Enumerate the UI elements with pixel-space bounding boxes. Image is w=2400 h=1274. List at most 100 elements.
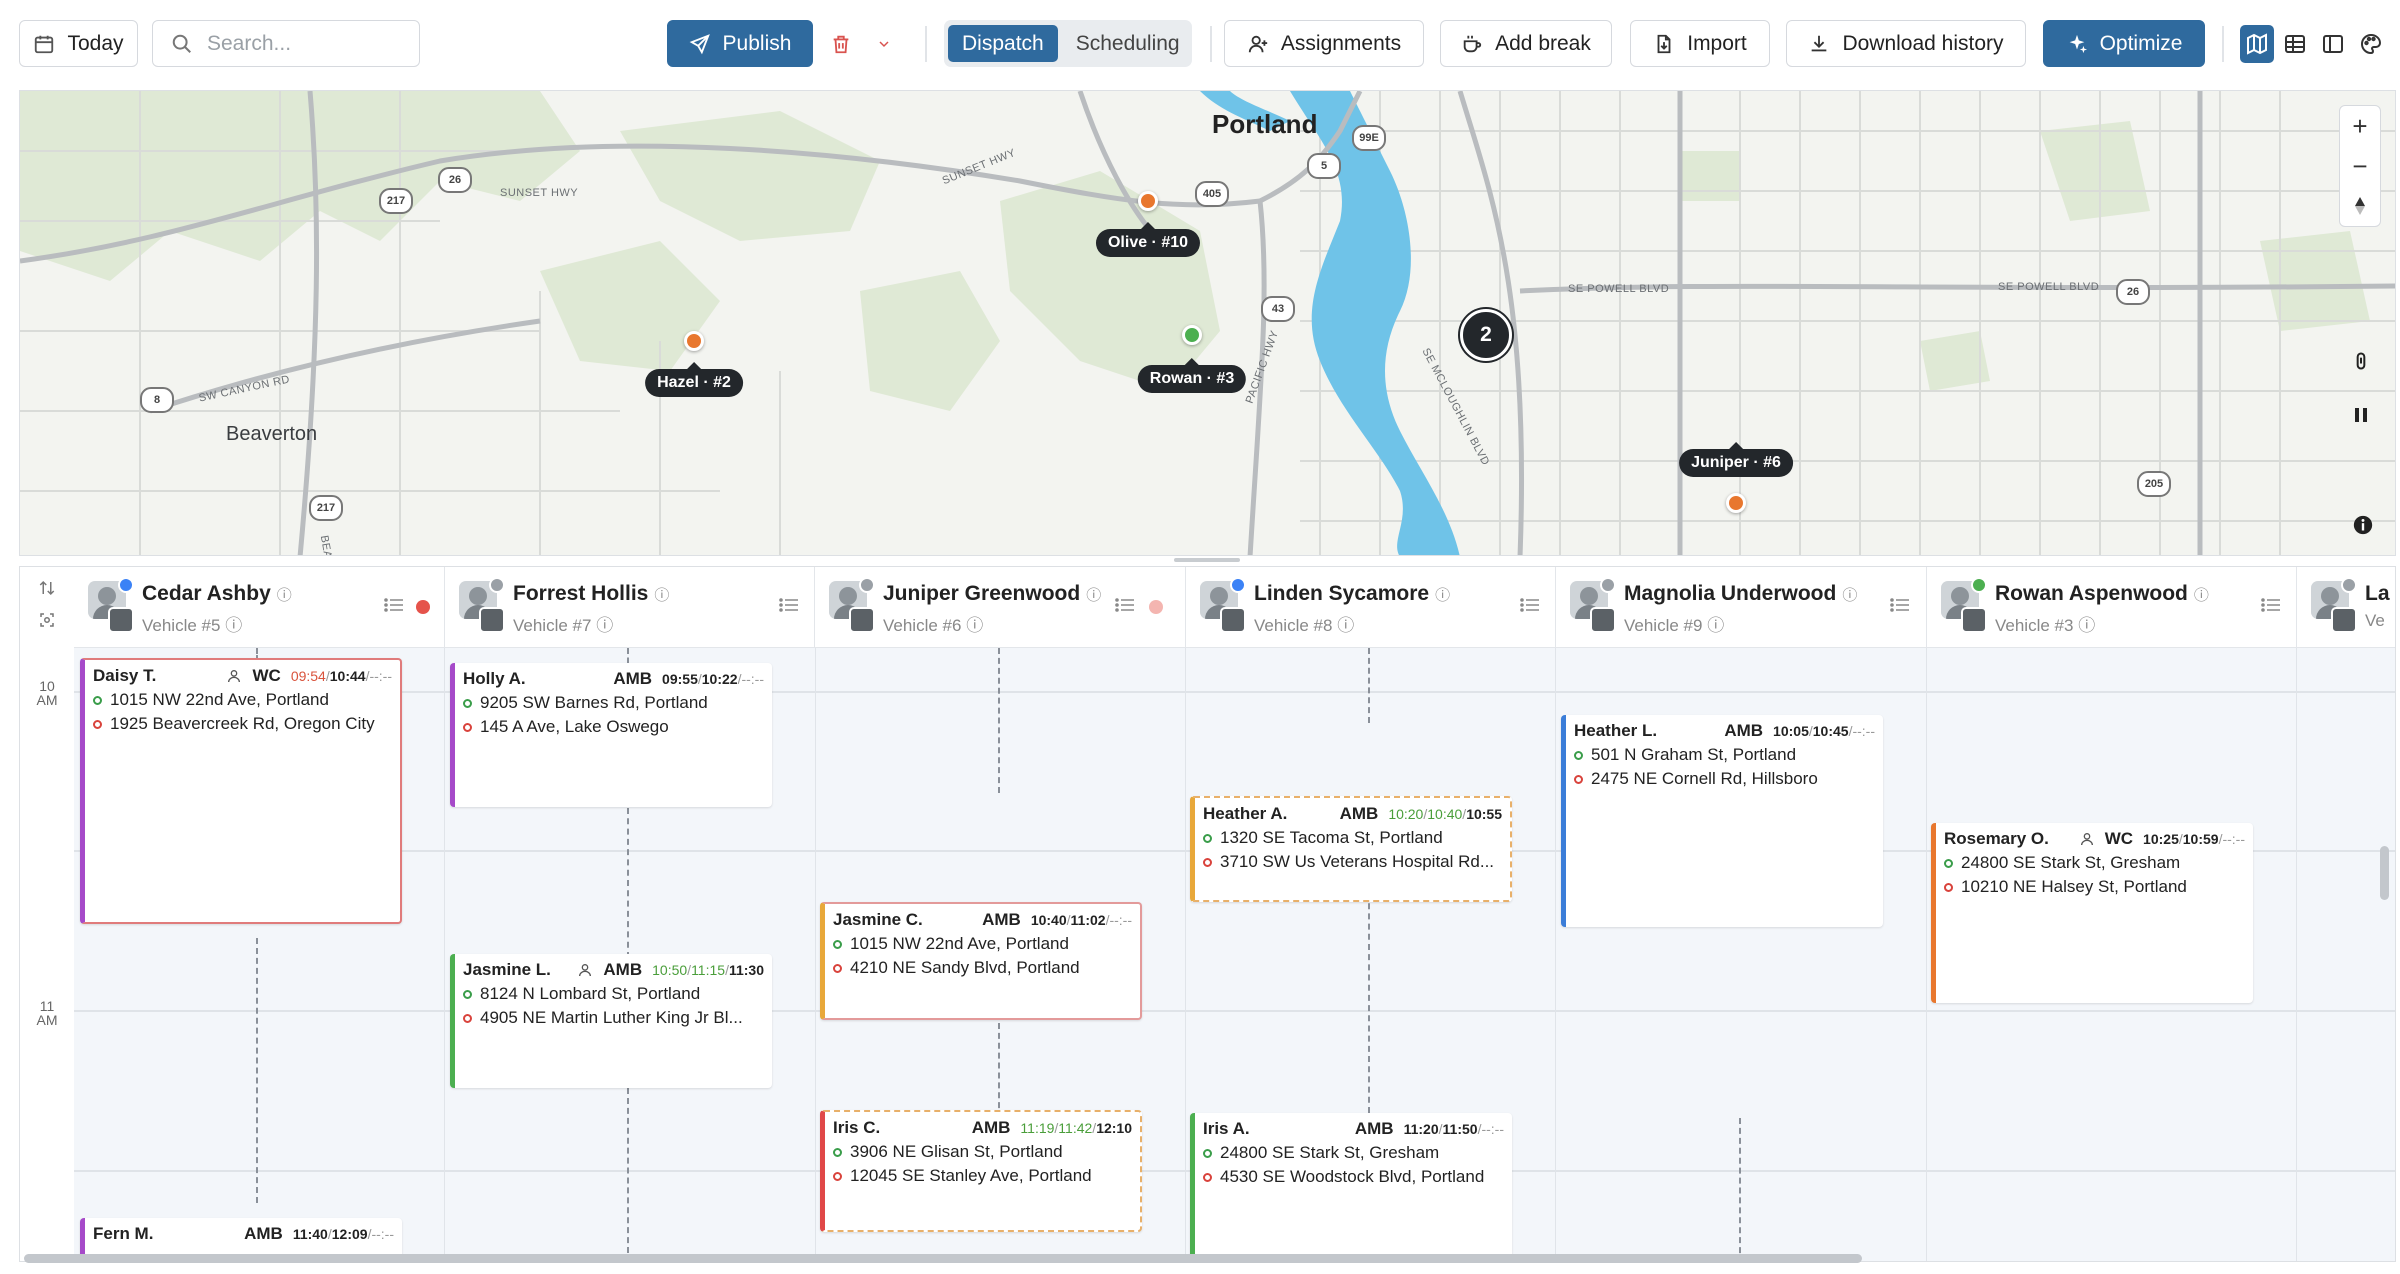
vertical-scrollbar[interactable] <box>2380 846 2389 900</box>
driver-column-header[interactable]: La Ve <box>2297 567 2395 648</box>
trip-card[interactable]: Jasmine C. AMB 10:40/11:02/--:-- 1015 NW… <box>820 902 1142 1020</box>
list-icon[interactable] <box>1520 597 1540 613</box>
map[interactable]: Portland Beaverton SUNSET HWY SUNSET HWY… <box>19 90 2396 556</box>
highway-shield: 26 <box>2116 279 2150 305</box>
info-icon[interactable]: ⓘ <box>654 587 669 604</box>
marker-label-olive[interactable]: Olive · #10 <box>1095 229 1201 257</box>
attach-button[interactable] <box>2341 341 2381 381</box>
vehicle-marker[interactable] <box>1138 191 1158 211</box>
info-icon[interactable]: ⓘ <box>1086 587 1101 604</box>
delete-button[interactable] <box>825 20 857 67</box>
zoom-in-button[interactable]: + <box>2340 106 2380 146</box>
import-button[interactable]: Import <box>1630 20 1770 67</box>
list-icon[interactable] <box>779 597 799 613</box>
assignments-button[interactable]: Assignments <box>1224 20 1424 67</box>
vehicle-name: Vehicle #7 ⓘ <box>513 611 613 636</box>
focus-icon[interactable] <box>38 611 56 629</box>
add-break-button[interactable]: Add break <box>1440 20 1612 67</box>
trip-card[interactable]: Iris C. AMB 11:19/11:42/12:10 3906 NE Gl… <box>820 1110 1142 1232</box>
optimize-button[interactable]: Optimize <box>2043 20 2205 67</box>
search-input[interactable] <box>205 30 409 57</box>
trip-card[interactable]: Iris A. AMB 11:20/11:50/--:-- 24800 SE S… <box>1190 1113 1512 1261</box>
idle-connector <box>998 648 1000 793</box>
trip-card[interactable]: Heather L. AMB 10:05/10:45/--:-- 501 N G… <box>1561 715 1883 927</box>
column-divider <box>1926 648 1927 1261</box>
highway-shield: 26 <box>438 167 472 193</box>
publish-button[interactable]: Publish <box>667 20 813 67</box>
info-icon[interactable]: ⓘ <box>1842 587 1857 604</box>
pickup-text: 1015 NW 22nd Ave, Portland <box>850 934 1069 953</box>
driver-column-header[interactable]: Magnolia Underwood ⓘ Vehicle #9 ⓘ <box>1556 567 1927 648</box>
time-eta: 10:45 <box>1812 723 1849 739</box>
driver-column-header[interactable]: Linden Sycamore ⓘ Vehicle #8 ⓘ <box>1186 567 1556 648</box>
tab-dispatch[interactable]: Dispatch <box>948 25 1058 62</box>
hour-meridiem: AM <box>36 692 58 708</box>
marker-label-juniper[interactable]: Juniper · #6 <box>1679 449 1793 477</box>
vehicle-marker[interactable] <box>1726 493 1746 513</box>
more-dropdown-button[interactable] <box>870 20 898 67</box>
trip-card[interactable]: Holly A. AMB 09:55/10:22/--:-- 9205 SW B… <box>450 663 772 807</box>
pickup-dot <box>1203 833 1212 843</box>
offline-status-dot <box>859 577 875 593</box>
theme-button[interactable] <box>2354 25 2388 63</box>
trip-card[interactable]: Jasmine L. AMB 10:50/11:15/11:30 8124 N … <box>450 954 772 1088</box>
vehicle-marker[interactable] <box>1182 325 1202 345</box>
marker-label-hazel[interactable]: Hazel · #2 <box>645 369 743 397</box>
offline-status-dot <box>489 577 505 593</box>
driver-column-header[interactable]: Cedar Ashby ⓘ Vehicle #5 ⓘ <box>74 567 445 648</box>
search-field[interactable] <box>152 20 420 67</box>
driver-name: Cedar Ashby ⓘ <box>142 582 292 606</box>
dropoff-text: 4905 NE Martin Luther King Jr Bl... <box>480 1008 743 1027</box>
info-icon[interactable]: ⓘ <box>2078 616 2095 635</box>
trip-card[interactable]: Heather A. AMB 10:20/10:40/10:55 1320 SE… <box>1190 796 1512 902</box>
info-icon <box>2353 515 2373 535</box>
driver-column-header[interactable]: Rowan Aspenwood ⓘ Vehicle #3 ⓘ <box>1927 567 2297 648</box>
passenger-name: Heather L. <box>1574 721 1658 740</box>
info-icon[interactable]: ⓘ <box>277 587 292 604</box>
horizontal-scrollbar[interactable] <box>24 1254 1862 1263</box>
trip-times: 09:55/10:22/--:-- <box>662 671 764 687</box>
tab-scheduling[interactable]: Scheduling <box>1062 25 1194 62</box>
info-icon[interactable]: ⓘ <box>2194 587 2209 604</box>
driver-column-header[interactable]: Juniper Greenwood ⓘ Vehicle #6 ⓘ <box>815 567 1186 648</box>
driver-name: Forrest Hollis ⓘ <box>513 582 669 606</box>
map-view-button[interactable] <box>2240 24 2274 63</box>
trip-card-header: Holly A. AMB 09:55/10:22/--:-- <box>463 667 764 691</box>
search-icon <box>172 34 191 53</box>
list-icon[interactable] <box>384 597 404 613</box>
dropoff-address: 4210 NE Sandy Blvd, Portland <box>833 956 1132 980</box>
marker-label-rowan[interactable]: Rowan · #3 <box>1137 365 1247 393</box>
trip-card[interactable]: Rosemary O. WC 10:25/10:59/--:-- 24800 S… <box>1931 823 2253 1003</box>
download-history-button[interactable]: Download history <box>1786 20 2026 67</box>
list-icon[interactable] <box>1115 597 1135 613</box>
info-icon[interactable]: ⓘ <box>1707 616 1724 635</box>
sidebar-view-button[interactable] <box>2316 25 2350 63</box>
pickup-address: 1015 NW 22nd Ave, Portland <box>93 688 392 712</box>
vehicle-name: Vehicle #3 ⓘ <box>1995 611 2095 636</box>
trip-card[interactable]: Daisy T. WC 09:54/10:44/--:-- 1015 NW 22… <box>80 658 402 924</box>
today-button[interactable]: Today <box>19 20 138 67</box>
marker-cluster[interactable]: 2 <box>1460 309 1512 361</box>
sort-icon[interactable] <box>38 579 56 597</box>
vehicle-name: Vehicle #6 ⓘ <box>883 611 983 636</box>
vehicle-marker[interactable] <box>684 331 704 351</box>
table-view-button[interactable] <box>2278 25 2312 63</box>
info-icon[interactable]: ⓘ <box>1435 587 1450 604</box>
list-icon[interactable] <box>1890 597 1910 613</box>
info-icon[interactable]: ⓘ <box>966 616 983 635</box>
zoom-out-button[interactable]: − <box>2340 146 2380 186</box>
resize-handle[interactable] <box>1174 558 1240 562</box>
driver-column-header[interactable]: Forrest Hollis ⓘ Vehicle #7 ⓘ <box>445 567 815 648</box>
trip-times: 10:05/10:45/--:-- <box>1773 723 1875 739</box>
dropoff-address: 10210 NE Halsey St, Portland <box>1944 875 2245 899</box>
passenger-name: Heather A. <box>1203 804 1288 823</box>
trip-card-header: Jasmine C. AMB 10:40/11:02/--:-- <box>833 908 1132 932</box>
compass-button[interactable] <box>2340 186 2380 226</box>
time-actual: 11:30 <box>728 962 764 978</box>
info-icon[interactable]: ⓘ <box>596 616 613 635</box>
info-icon[interactable]: ⓘ <box>225 616 242 635</box>
info-icon[interactable]: ⓘ <box>1337 616 1354 635</box>
pause-button[interactable] <box>2341 395 2381 435</box>
info-button[interactable] <box>2343 505 2383 545</box>
list-icon[interactable] <box>2261 597 2281 613</box>
